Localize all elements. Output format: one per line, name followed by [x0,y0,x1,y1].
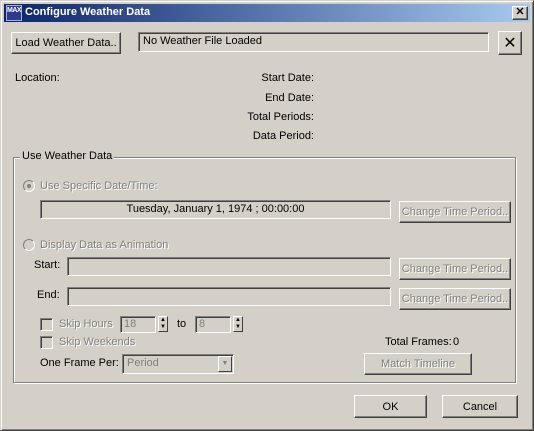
specific-datetime-field: Tuesday, January 1, 1974 ; 00:00:00 [40,200,391,219]
change-time-period-button-specific[interactable]: Change Time Period.. [399,201,511,223]
close-icon: ✕ [515,6,525,18]
title-bar[interactable]: MAX Configure Weather Data ✕ [4,4,530,22]
spin-down-icon: ▼ [235,324,241,330]
skip-weekends-checkbox[interactable] [40,336,53,349]
ok-button[interactable]: OK [354,395,427,418]
location-label: Location: [15,72,60,84]
end-date-label: End Date: [265,92,314,104]
end-label: End: [37,289,60,301]
match-timeline-button[interactable]: Match Timeline [364,353,472,375]
clear-weather-file-button[interactable]: ✕ [498,31,522,55]
total-frames-label: Total Frames: [385,336,452,348]
skip-hours-from-field[interactable]: 18 [120,316,156,333]
skip-hours-checkbox[interactable] [40,318,53,331]
configure-weather-data-dialog: MAX Configure Weather Data ✕ Load Weathe… [0,0,534,431]
title-close-button[interactable]: ✕ [512,6,528,20]
window-title: Configure Weather Data [25,6,151,18]
cancel-button[interactable]: Cancel [442,395,518,418]
spin-up-icon: ▲ [160,317,166,323]
display-as-animation-radio[interactable] [23,239,35,251]
one-frame-per-dropdown[interactable]: Period ▼ [122,354,234,374]
skip-hours-to-field[interactable]: 8 [195,316,231,333]
radio-selected-dot [27,184,31,188]
change-time-period-button-start[interactable]: Change Time Period.. [399,258,511,280]
change-time-period-button-end[interactable]: Change Time Period.. [399,288,511,310]
data-period-label: Data Period: [252,130,314,142]
animation-start-field [67,257,391,276]
use-specific-datetime-radio[interactable] [23,180,35,192]
one-frame-per-label: One Frame Per: [40,357,119,369]
use-specific-datetime-label: Use Specific Date/Time: [40,180,158,192]
close-icon: ✕ [503,35,517,52]
weather-file-status-field: No Weather File Loaded [138,32,489,52]
display-as-animation-label: Display Data as Animation [40,239,169,251]
chevron-down-icon[interactable]: ▼ [218,356,232,372]
skip-hours-label: Skip Hours [59,318,113,330]
load-weather-data-button[interactable]: Load Weather Data.. [11,32,121,54]
max-app-icon: MAX [6,5,22,21]
to-label: to [177,318,187,330]
spin-down-icon: ▼ [160,324,166,330]
total-frames-value: 0 [453,336,460,348]
skip-hours-from-spinner[interactable]: ▲ ▼ [158,316,168,332]
use-weather-data-legend: Use Weather Data [20,150,115,162]
spin-up-icon: ▲ [235,317,241,323]
animation-end-field [67,287,391,306]
skip-hours-to-spinner[interactable]: ▲ ▼ [233,316,243,332]
total-periods-label: Total Periods: [247,111,314,123]
one-frame-per-value: Period [127,357,159,369]
start-date-label: Start Date: [261,72,314,84]
skip-weekends-label: Skip Weekends [59,336,136,348]
start-label: Start: [34,259,61,271]
